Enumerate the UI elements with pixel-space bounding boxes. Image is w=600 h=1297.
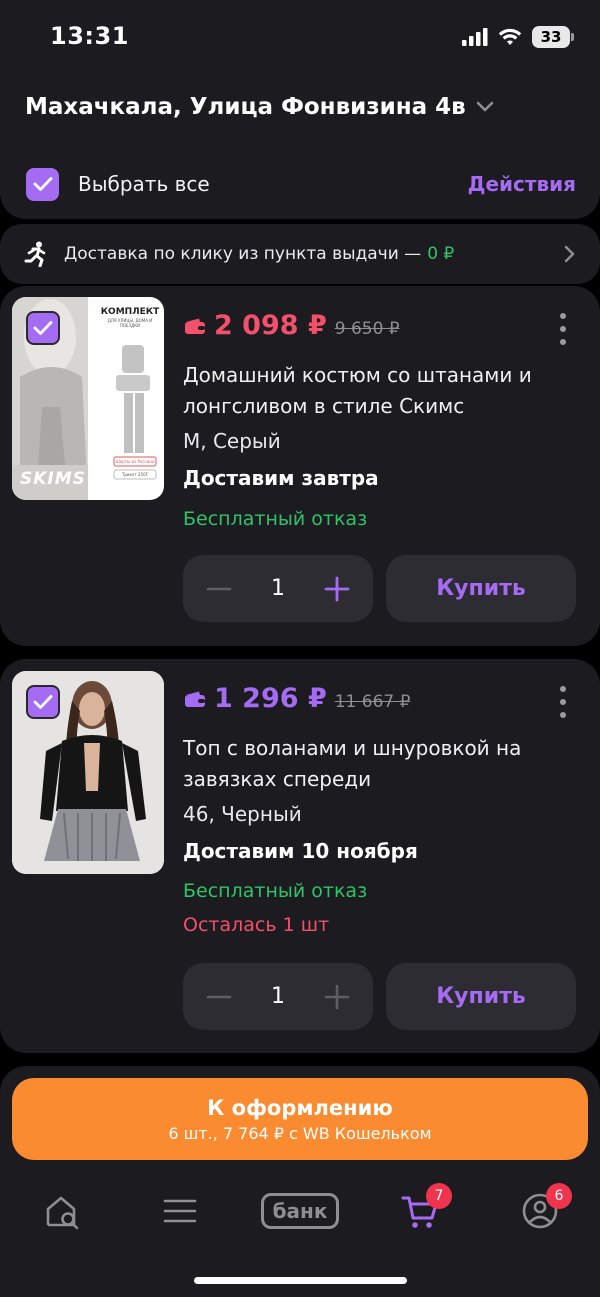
minus-icon[interactable] [205, 983, 233, 1011]
item-checkbox[interactable] [26, 685, 60, 719]
image-tag-1: Шорты из Россини [115, 459, 155, 464]
buy-button[interactable]: Купить [386, 963, 576, 1030]
product-image[interactable]: КОМПЛЕКТ ДЛЯ УЛИЦЫ, ДОМА И ПОЕЗДКИ SKIMS… [12, 297, 164, 500]
select-all-row: Выбрать все Действия [26, 166, 576, 202]
battery-icon: 33 [532, 26, 574, 48]
checkout-button[interactable]: К оформлению 6 шт., 7 764 ₽ с WB Кошельк… [12, 1078, 588, 1160]
tab-catalog[interactable] [160, 1189, 200, 1233]
plus-icon[interactable] [323, 983, 351, 1011]
checkmark-icon [33, 695, 53, 709]
delivery-banner-text: Доставка по клику из пункта выдачи — [64, 244, 422, 264]
wallet-icon [185, 318, 205, 334]
current-price: 2 098 ₽ [214, 310, 327, 341]
select-all-label: Выбрать все [78, 172, 210, 196]
chevron-down-icon [476, 101, 494, 112]
brand-logo: SKIMS [20, 469, 86, 489]
return-policy: Бесплатный отказ [183, 880, 368, 902]
product-title[interactable]: Топ с воланами и шнуровкой на завязках с… [183, 733, 563, 795]
running-person-icon [24, 241, 46, 267]
tab-home[interactable] [40, 1189, 84, 1233]
checkout-summary: 6 шт., 7 764 ₽ с WB Кошельком [168, 1123, 432, 1143]
price-row: 1 296 ₽ 11 667 ₽ [184, 683, 410, 714]
wallet-icon [185, 691, 205, 707]
delivery-banner-price: 0 ₽ [427, 244, 455, 264]
wifi-icon [498, 28, 522, 45]
menu-icon [163, 1199, 197, 1223]
cart-badge: 7 [426, 1183, 452, 1209]
delivery-address-selector[interactable]: Махачкала, Улица Фонвизина 4в [25, 94, 494, 120]
checkmark-icon [33, 177, 52, 191]
plus-icon[interactable] [323, 575, 351, 603]
home-indicator[interactable] [194, 1277, 407, 1284]
quantity-stepper: 1 [183, 555, 373, 622]
checkmark-icon [33, 321, 53, 335]
current-price: 1 296 ₽ [214, 683, 327, 714]
address-label: Махачкала, Улица Фонвизина 4в [25, 94, 466, 120]
delivery-date: Доставим завтра [183, 466, 379, 490]
minus-icon[interactable] [205, 575, 233, 603]
bank-label: банк [272, 1199, 328, 1223]
checkout-area: К оформлению 6 шт., 7 764 ₽ с WB Кошельк… [0, 1066, 600, 1171]
product-title[interactable]: Домашний костюм со штанами и лонгсливом … [183, 360, 563, 422]
item-checkbox[interactable] [26, 311, 60, 345]
product-image[interactable] [12, 671, 164, 874]
status-icons: 33 [462, 26, 574, 48]
product-variant: M, Серый [183, 429, 281, 453]
status-bar: 13:31 33 [0, 0, 600, 76]
tab-profile[interactable]: 6 [520, 1183, 572, 1233]
image-tag-2: Трикот 250Г [121, 472, 149, 477]
actions-button[interactable]: Действия [468, 172, 576, 196]
old-price: 11 667 ₽ [334, 692, 411, 712]
cart-item-card: КОМПЛЕКТ ДЛЯ УЛИЦЫ, ДОМА И ПОЕЗДКИ SKIMS… [0, 286, 600, 646]
quantity-value: 1 [271, 984, 285, 1009]
signal-icon [462, 28, 488, 46]
return-policy: Бесплатный отказ [183, 508, 368, 530]
image-subheading: ДЛЯ УЛИЦЫ, ДОМА И ПОЕЗДКИ [107, 318, 153, 328]
product-variant: 46, Черный [183, 802, 302, 826]
home-search-icon [46, 1196, 79, 1230]
delivery-date: Доставим 10 ноября [183, 839, 418, 863]
tab-bank[interactable]: банк [260, 1189, 340, 1233]
tab-cart[interactable]: 7 [400, 1183, 452, 1233]
stock-note: Осталась 1 шт [183, 914, 330, 936]
image-heading: КОМПЛЕКТ [100, 307, 160, 317]
quantity-value: 1 [271, 576, 285, 601]
checkout-label: К оформлению [207, 1095, 393, 1120]
product-image-caption: КОМПЛЕКТ ДЛЯ УЛИЦЫ, ДОМА И ПОЕЗДКИ [98, 307, 162, 328]
buy-button[interactable]: Купить [386, 555, 576, 622]
old-price: 9 650 ₽ [334, 319, 400, 339]
profile-badge: 6 [546, 1183, 572, 1209]
more-options-icon[interactable] [558, 686, 568, 718]
more-options-icon[interactable] [558, 313, 568, 345]
bank-logo-icon: банк [261, 1193, 339, 1229]
cart-item-card: 1 296 ₽ 11 667 ₽ Топ с воланами и шнуров… [0, 659, 600, 1053]
click-delivery-banner[interactable]: Доставка по клику из пункта выдачи — 0 ₽ [0, 224, 600, 284]
quantity-stepper: 1 [183, 963, 373, 1030]
status-time: 13:31 [50, 22, 129, 50]
price-row: 2 098 ₽ 9 650 ₽ [184, 310, 400, 341]
select-all-checkbox[interactable] [26, 167, 59, 201]
chevron-right-icon [564, 245, 575, 263]
